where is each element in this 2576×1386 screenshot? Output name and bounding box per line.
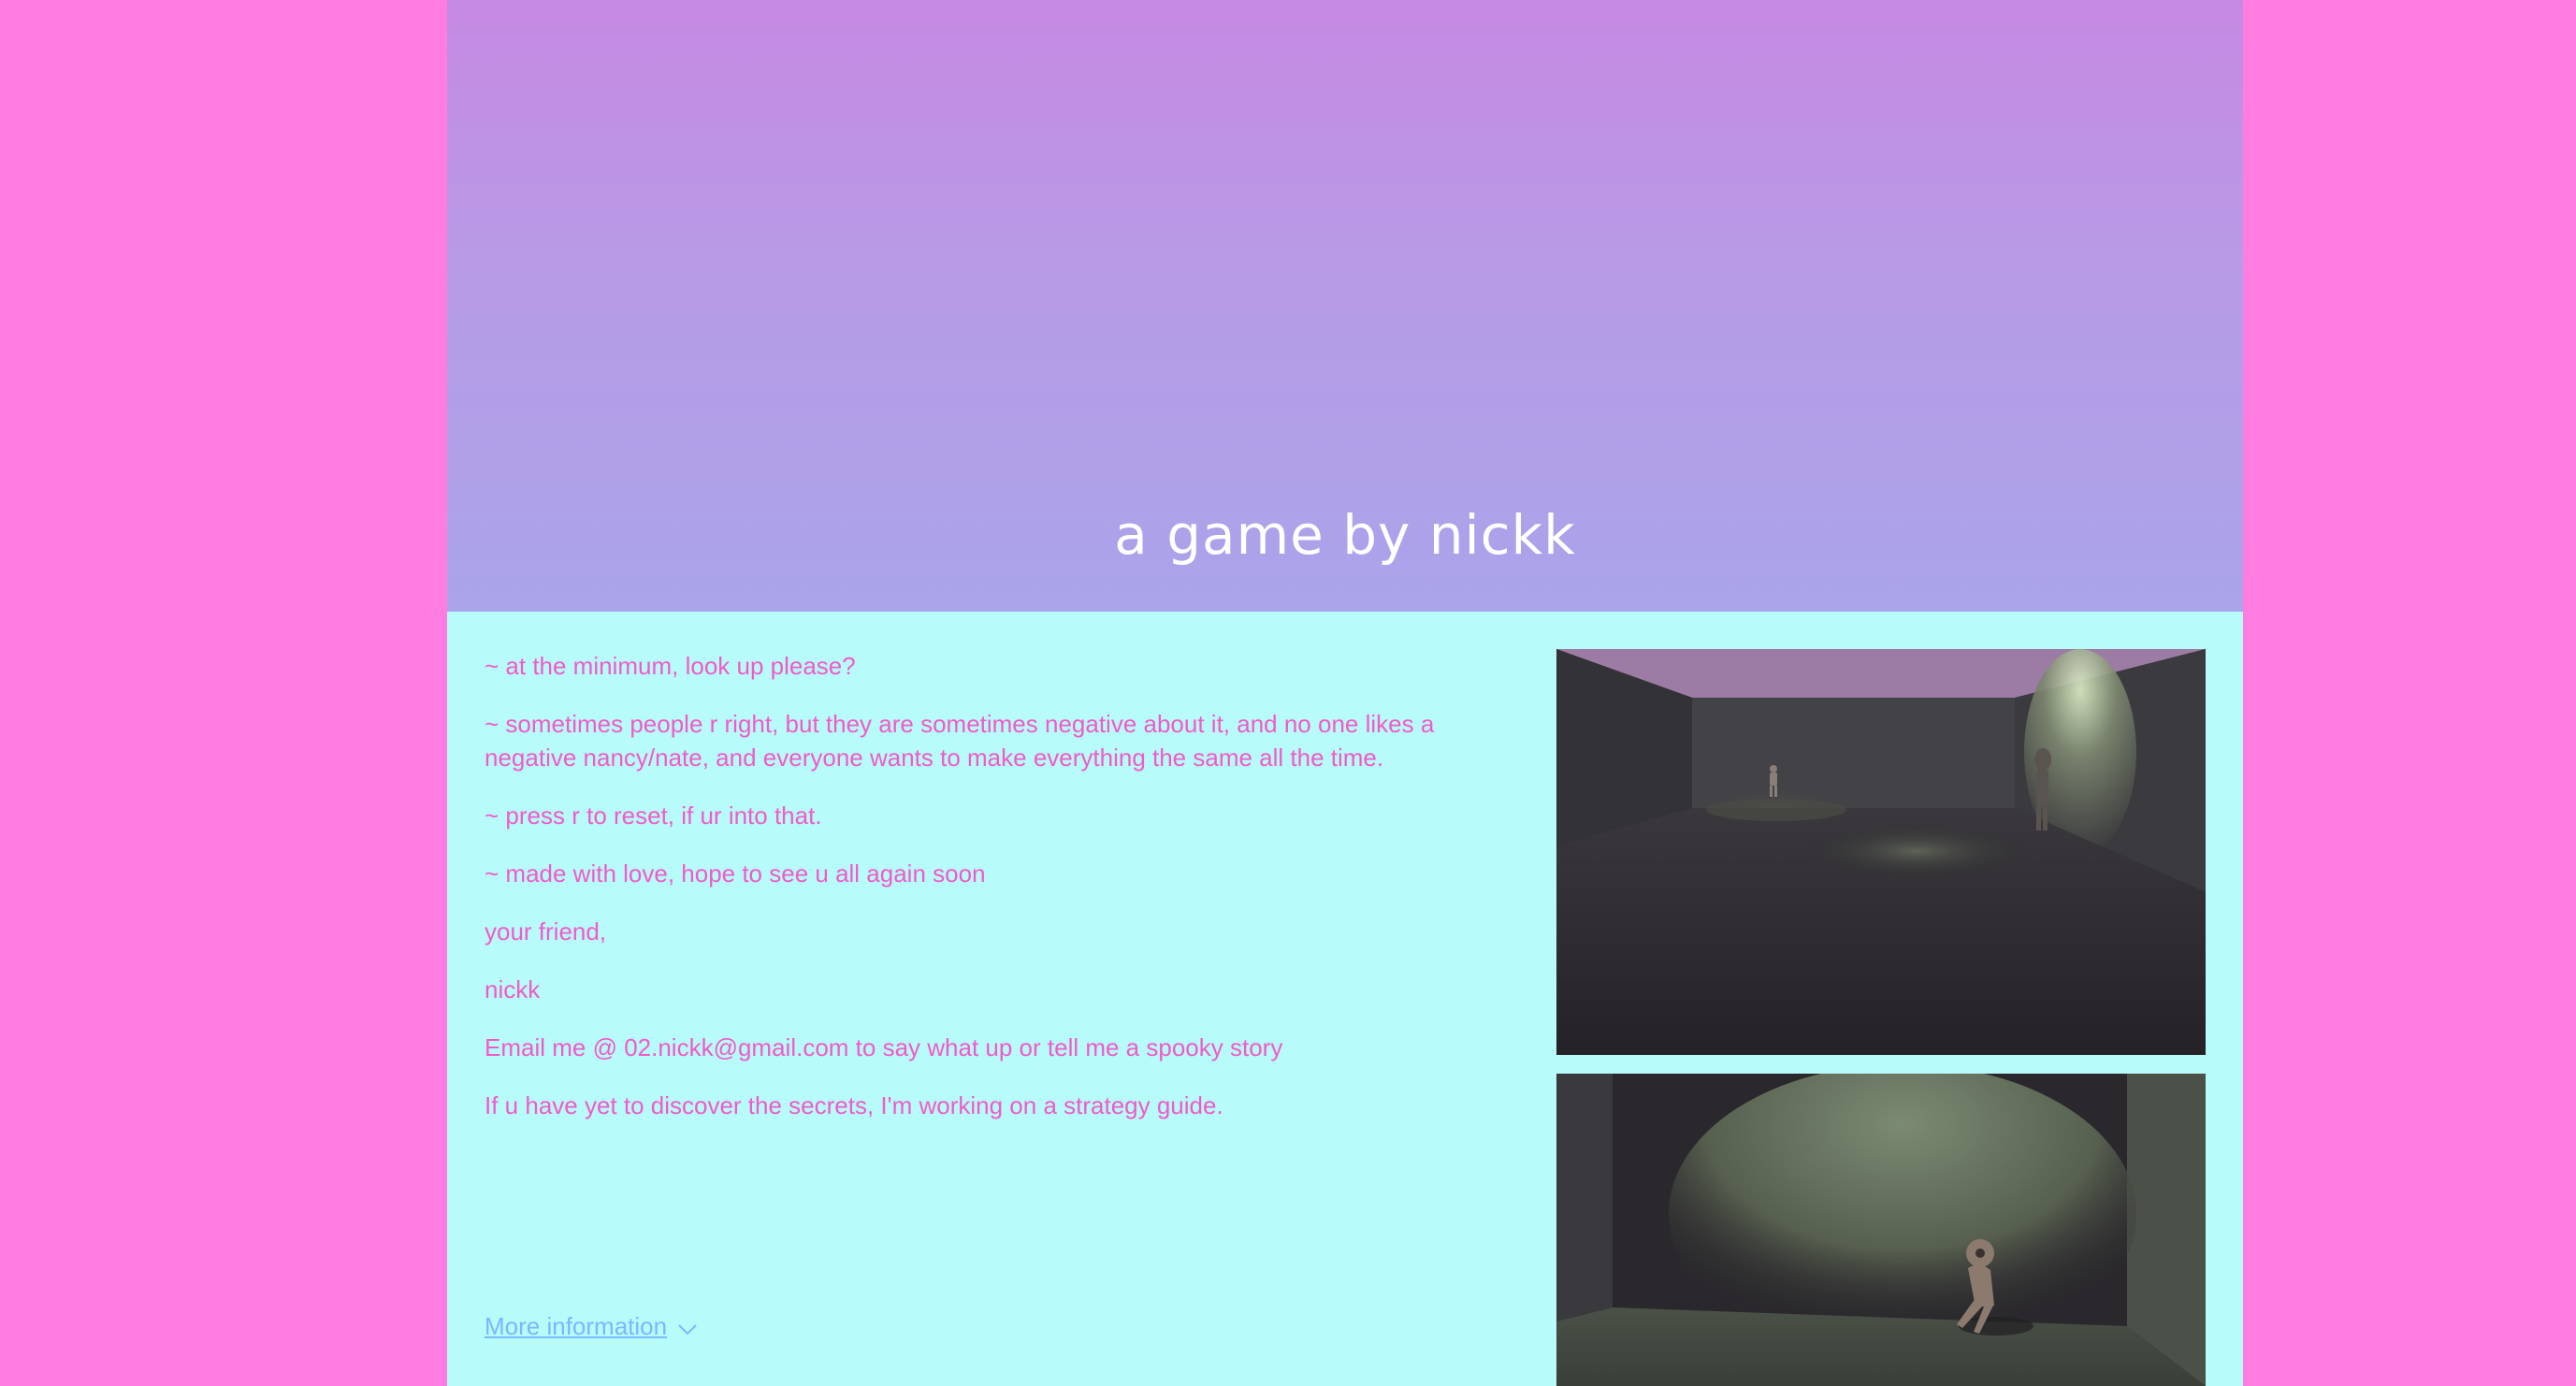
screenshot-2[interactable] <box>1556 1074 2206 1386</box>
game-description: ~ at the minimum, look up please? ~ some… <box>485 649 1476 1147</box>
description-line: ~ sometimes people r right, but they are… <box>485 710 1435 772</box>
more-information-toggle[interactable]: More information <box>485 1309 699 1343</box>
description-line: ~ press r to reset, if ur into that. <box>485 801 822 830</box>
description-line: If u have yet to discover the secrets, I… <box>485 1091 1223 1119</box>
description-line: ~ at the minimum, look up please? <box>485 652 856 680</box>
description-line: Email me @ 02.nickk@gmail.com to say wha… <box>485 1033 1283 1061</box>
description-line: ~ made with love, hope to see u all agai… <box>485 859 986 888</box>
header-banner: a game by nickk <box>447 0 2243 612</box>
description-line: your friend, <box>485 917 607 946</box>
screenshot-1[interactable] <box>1556 649 2206 1055</box>
game-page: a game by nickk ~ at the minimum, look u… <box>447 0 2243 1386</box>
description-line: nickk <box>485 975 541 1003</box>
chevron-down-icon <box>676 1315 699 1337</box>
banner-title: a game by nickk <box>1114 503 1576 567</box>
more-information-link[interactable]: More information <box>485 1309 667 1343</box>
